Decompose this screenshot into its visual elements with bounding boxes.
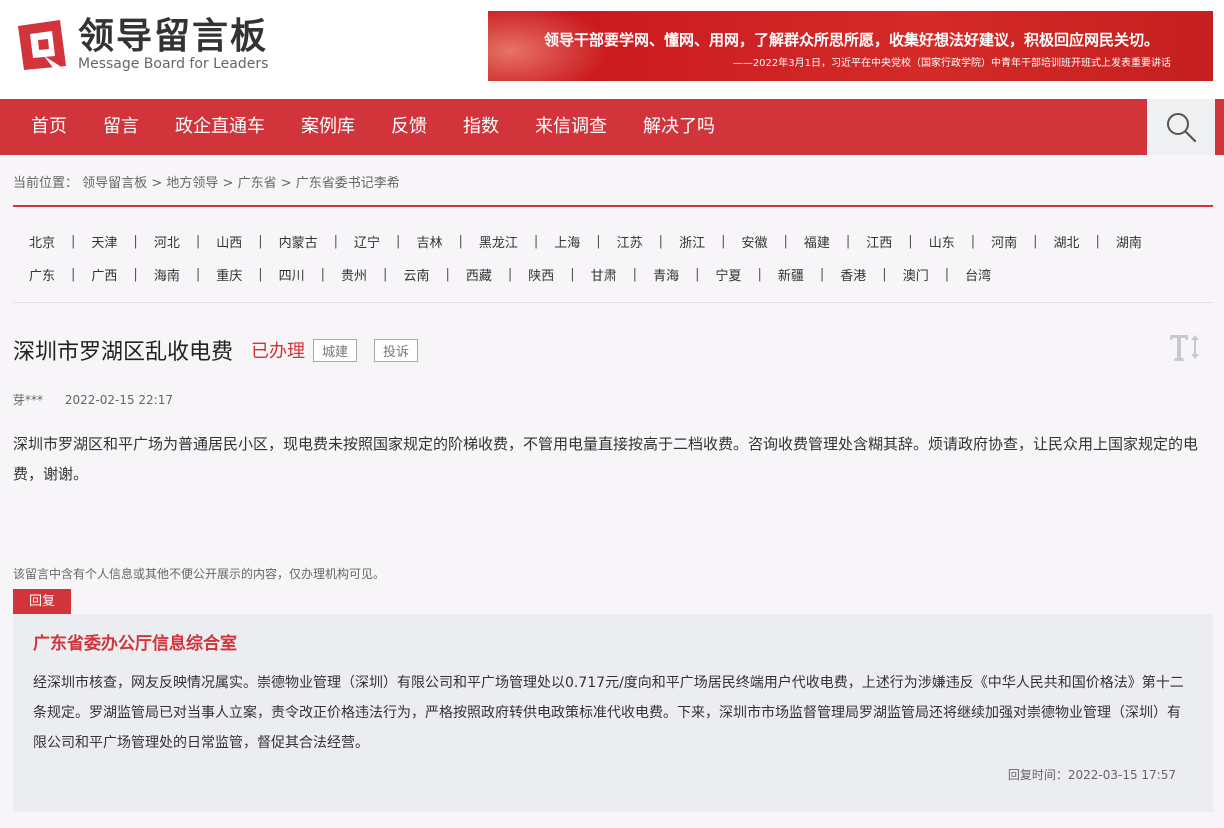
message-title: 深圳市罗湖区乱收电费: [13, 340, 234, 365]
divider: [13, 302, 1213, 303]
province-link[interactable]: 贵州: [325, 265, 383, 284]
province-link[interactable]: 湖北: [1038, 232, 1096, 251]
province-link[interactable]: 河南: [975, 232, 1033, 251]
province-link[interactable]: 台湾: [949, 265, 1007, 284]
province-link[interactable]: 澳门: [887, 265, 945, 284]
province-link[interactable]: 云南: [387, 265, 445, 284]
province-link[interactable]: 新疆: [762, 265, 820, 284]
nav-item-enterprise[interactable]: 政企直通车: [157, 99, 283, 155]
nav-item-survey[interactable]: 来信调查: [517, 99, 625, 155]
quote-banner: 领导干部要学网、懂网、用网，了解群众所思所愿，收集好想法好建议，积极回应网民关切…: [488, 11, 1213, 81]
type-tag: 投诉: [374, 338, 419, 362]
province-link[interactable]: 重庆: [200, 265, 258, 284]
province-link[interactable]: 山东: [913, 232, 971, 251]
reply-organization: 广东省委办公厅信息综合室: [33, 634, 237, 654]
breadcrumb: 当前位置： 领导留言板 > 地方领导 > 广东省 > 广东省委书记李希: [13, 172, 400, 191]
site-logo[interactable]: 领导留言板 Message Board for Leaders: [14, 16, 268, 72]
logo-icon: [14, 16, 70, 72]
province-link[interactable]: 天津: [75, 232, 133, 251]
province-link[interactable]: 广东: [13, 265, 71, 284]
province-row: 北京 | 天津 | 河北 | 山西 | 内蒙古 | 辽宁 | 吉林 | 黑龙江 | 上海 | 江苏 | 浙江 | 安徽 | 福建…: [13, 225, 1213, 258]
logo-subtitle: Message Board for Leaders: [78, 56, 269, 72]
breadcrumb-separator: >: [280, 176, 292, 191]
province-link[interactable]: 安徽: [725, 232, 783, 251]
message-header: 深圳市罗湖区乱收电费 已办理 城建 投诉: [13, 334, 419, 366]
search-button[interactable]: [1147, 99, 1215, 155]
breadcrumb-item[interactable]: 广东省委书记李希: [296, 176, 400, 191]
province-link[interactable]: 广西: [75, 265, 133, 284]
province-link[interactable]: 海南: [138, 265, 196, 284]
breadcrumb-item[interactable]: 领导留言板: [82, 176, 147, 191]
nav-item-index[interactable]: 指数: [445, 99, 517, 155]
nav-item-feedback[interactable]: 反馈: [373, 99, 445, 155]
reply-time-label: 回复时间：: [1007, 768, 1068, 782]
breadcrumb-item[interactable]: 广东省: [238, 176, 277, 191]
reply-time: 回复时间：2022-03-15 17:57: [1008, 766, 1176, 783]
logo-title: 领导留言板: [78, 16, 269, 57]
province-link[interactable]: 辽宁: [338, 232, 396, 251]
province-link[interactable]: 浙江: [663, 232, 721, 251]
breadcrumb-separator: >: [222, 176, 234, 191]
message-date: 2022-02-15 22:17: [64, 393, 173, 407]
province-link[interactable]: 北京: [13, 232, 71, 251]
province-link[interactable]: 江苏: [601, 232, 659, 251]
province-link[interactable]: 吉林: [400, 232, 458, 251]
main-nav: 首页 留言 政企直通车 案例库 反馈 指数 来信调查 解决了吗: [0, 99, 1224, 155]
province-link[interactable]: 甘肃: [575, 265, 633, 284]
privacy-note: 该留言中含有个人信息或其他不便公开展示的内容，仅办理机构可见。: [13, 567, 386, 581]
province-link[interactable]: 内蒙古: [263, 232, 334, 251]
province-link[interactable]: 山西: [200, 232, 258, 251]
breadcrumb-separator: >: [151, 176, 163, 191]
message-body: 深圳市罗湖区和平广场为普通居民小区，现电费未按照国家规定的阶梯收费，不管用电量直…: [13, 435, 1199, 483]
province-link[interactable]: 西藏: [450, 265, 508, 284]
author-name: 芽***: [13, 393, 44, 407]
province-link[interactable]: 青海: [637, 265, 695, 284]
divider: [13, 205, 1213, 207]
category-tag: 城建: [313, 338, 358, 362]
message-meta: 芽*** 2022-02-15 22:17: [13, 391, 173, 408]
province-link[interactable]: 陕西: [512, 265, 570, 284]
province-link[interactable]: 上海: [538, 232, 596, 251]
province-link[interactable]: 福建: [788, 232, 846, 251]
province-link[interactable]: 四川: [263, 265, 321, 284]
province-row: 广东 | 广西 | 海南 | 重庆 | 四川 | 贵州 | 云南 | 西藏 | 陕西 | 甘肃 | 青海 | 宁夏 | 新疆 | 香…: [13, 258, 1213, 291]
nav-item-cases[interactable]: 案例库: [283, 99, 373, 155]
search-icon: [1167, 113, 1197, 143]
reply-panel: 广东省委办公厅信息综合室 经深圳市核查，网友反映情况属实。崇德物业管理（深圳）有…: [13, 614, 1213, 812]
nav-item-message[interactable]: 留言: [85, 99, 157, 155]
banner-quote: 领导干部要学网、懂网、用网，了解群众所思所愿，收集好想法好建议，积极回应网民关切…: [544, 31, 1160, 49]
province-filter: 北京 | 天津 | 河北 | 山西 | 内蒙古 | 辽宁 | 吉林 | 黑龙江 | 上海 | 江苏 | 浙江 | 安徽 | 福建…: [13, 225, 1213, 291]
province-link[interactable]: 香港: [824, 265, 882, 284]
province-link[interactable]: 湖南: [1100, 232, 1158, 251]
province-link[interactable]: 江西: [850, 232, 908, 251]
province-link[interactable]: 河北: [138, 232, 196, 251]
reply-body: 经深圳市核查，网友反映情况属实。崇德物业管理（深圳）有限公司和平广场管理处以0.…: [33, 675, 1184, 751]
text-size-icon: [1170, 335, 1199, 361]
reply-tab: 回复: [13, 589, 71, 615]
reply-time-value: 2022-03-15 17:57: [1067, 768, 1176, 782]
breadcrumb-item[interactable]: 地方领导: [166, 176, 218, 191]
breadcrumb-prefix: 当前位置：: [13, 176, 79, 191]
province-link[interactable]: 黑龙江: [463, 232, 534, 251]
province-link[interactable]: 宁夏: [699, 265, 757, 284]
status-badge: 已办理: [251, 341, 306, 362]
banner-source: ——2022年3月1日，习近平在中央党校（国家行政学院）中青年干部培训班开班式上…: [732, 58, 1171, 69]
nav-item-resolved[interactable]: 解决了吗: [625, 99, 733, 155]
text-size-button[interactable]: [1168, 330, 1202, 364]
nav-item-home[interactable]: 首页: [13, 99, 85, 155]
header: 领导留言板 Message Board for Leaders 领导干部要学网、…: [0, 0, 1224, 99]
